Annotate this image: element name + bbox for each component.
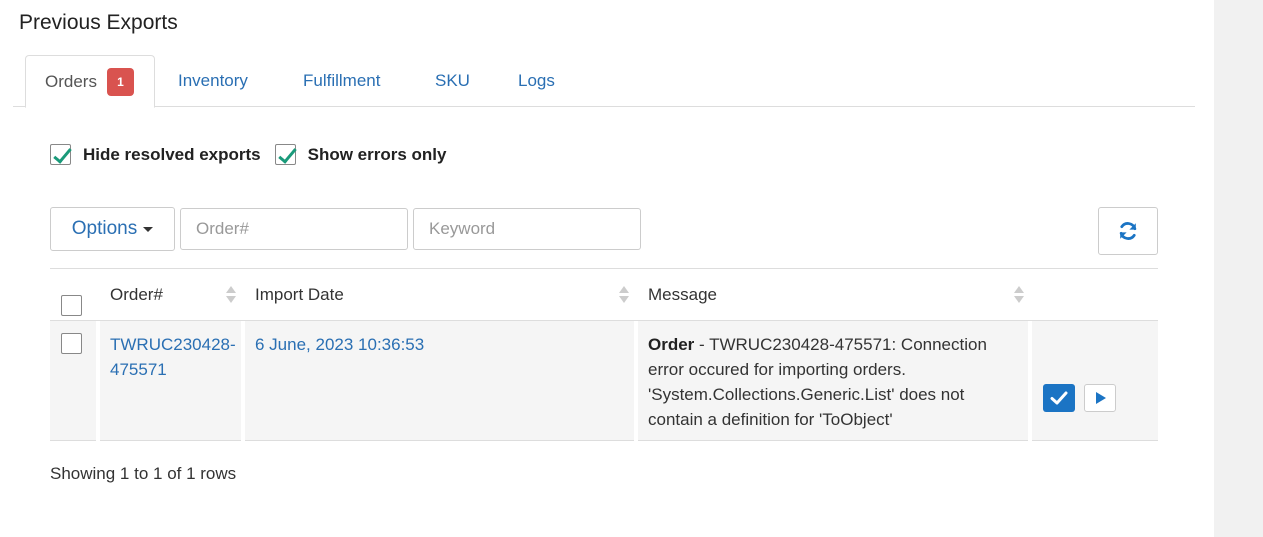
keyword-input[interactable] [413,208,641,250]
import-date-link[interactable]: 6 June, 2023 10:36:53 [255,332,424,357]
retry-export-button[interactable] [1084,384,1116,412]
sort-icon[interactable] [226,285,236,305]
message-type: Order [648,335,695,354]
sort-icon[interactable] [619,285,629,305]
hide-resolved-checkbox[interactable] [50,144,71,165]
tab-inventory[interactable]: Inventory [178,55,248,107]
column-header-message[interactable]: Message [648,269,717,321]
hide-resolved-label: Hide resolved exports [83,144,261,164]
table-header: Order# Import Date Message [50,269,1158,321]
column-order-label: Order# [110,285,163,304]
select-all-checkbox[interactable] [61,295,82,316]
right-panel [1214,0,1263,537]
errors-only-checkbox[interactable] [274,144,296,165]
message-text: - TWRUC230428-475571: Connection error o… [648,335,987,429]
play-icon [1096,392,1106,404]
column-message-label: Message [648,285,717,304]
tab-bar: Orders 1 Inventory Fulfillment SKU Logs [13,55,1195,108]
pagination-summary: Showing 1 to 1 of 1 rows [50,464,237,483]
column-divider [96,321,100,441]
sort-icon[interactable] [1014,285,1024,305]
column-divider [241,321,245,441]
tab-orders[interactable]: Orders 1 [25,55,155,108]
tab-fulfillment[interactable]: Fulfillment [303,55,380,107]
tab-orders-badge: 1 [106,67,134,96]
row-select-checkbox[interactable] [61,333,82,354]
refresh-button[interactable] [1098,207,1158,255]
order-number-link[interactable]: TWRUC230428- 475571 [110,332,240,382]
column-divider [634,321,638,441]
caret-down-icon [143,226,154,232]
column-header-order[interactable]: Order# [110,269,163,321]
order-number-part2: 475571 [110,360,167,379]
refresh-icon [1119,222,1137,240]
message-cell: Order - TWRUC230428-475571: Connection e… [648,332,1008,432]
options-dropdown-button[interactable]: Options [50,207,175,251]
order-number-part1: TWRUC230428- [110,335,236,354]
errors-only-label: Show errors only [307,144,447,164]
exports-table: Order# Import Date Message TWRUC230428- … [50,268,1158,441]
tab-sku[interactable]: SKU [435,55,470,107]
column-import-date-label: Import Date [255,285,344,304]
page-title: Previous Exports [19,11,178,34]
resolve-button[interactable] [1043,384,1075,412]
tab-orders-label: Orders [45,71,97,91]
table-row: TWRUC230428- 475571 6 June, 2023 10:36:5… [50,321,1158,441]
filter-options: Hide resolved exports Show errors only [50,144,461,165]
options-label: Options [71,218,138,239]
order-number-input[interactable] [180,208,408,250]
column-divider [1028,321,1032,441]
tab-logs[interactable]: Logs [518,55,555,107]
check-icon [1050,391,1068,405]
column-header-import-date[interactable]: Import Date [255,269,344,321]
